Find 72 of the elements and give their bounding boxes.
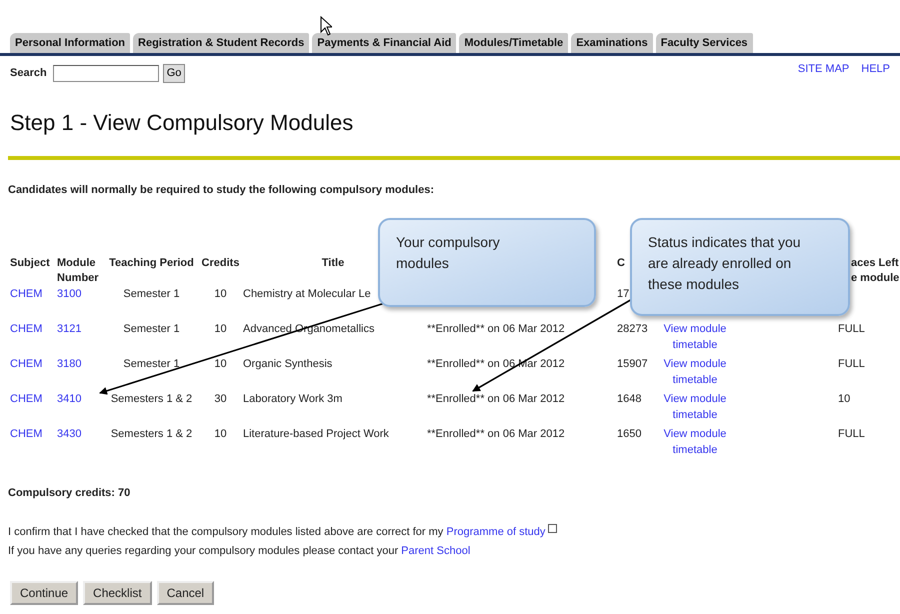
table-link[interactable]: CHEM <box>10 358 42 370</box>
search-label: Search <box>10 67 47 79</box>
table-cell: FULL <box>838 358 865 370</box>
table-cell: 10 <box>214 323 227 335</box>
table-cell: **Enrolled** on 06 Mar 2012 <box>427 323 565 335</box>
nav-tab[interactable]: Personal Information <box>10 33 130 53</box>
table-cell: Semesters 1 & 2 <box>110 428 192 440</box>
table-cell: Semester 1 <box>123 288 180 300</box>
column-header: Credits <box>202 257 240 269</box>
table-cell: 10 <box>214 358 227 370</box>
column-header: Title <box>322 257 344 269</box>
table-cell: Semesters 1 & 2 <box>110 393 192 405</box>
table-cell: 15907 <box>617 358 648 370</box>
table-link[interactable]: 3121 <box>57 323 82 335</box>
table-link[interactable]: 3410 <box>57 393 82 405</box>
table-link[interactable]: 3100 <box>57 288 82 300</box>
table-cell: FULL <box>838 428 865 440</box>
table-cell: FULL <box>838 323 865 335</box>
callout: Your compulsory modules <box>378 218 596 307</box>
nav-tab[interactable]: Examinations <box>571 33 653 53</box>
form-button[interactable]: Continue <box>10 581 78 605</box>
table-cell: 10 <box>214 428 227 440</box>
callout: Status indicates that you are already enrolled on these modules <box>630 218 850 316</box>
intro-text: Candidates will normally be required to study the following compulsory modules: <box>8 184 435 196</box>
table-link[interactable]: CHEM <box>10 428 42 440</box>
timetable-link[interactable]: View module timetable <box>663 391 727 423</box>
column-header: Subject <box>10 257 50 269</box>
table-link[interactable]: 3180 <box>57 358 82 370</box>
table-cell: 1648 <box>617 393 642 405</box>
timetable-link[interactable]: View module timetable <box>663 356 727 388</box>
table-cell: **Enrolled** on 06 Mar 2012 <box>427 393 565 405</box>
table-link[interactable]: 3430 <box>57 428 82 440</box>
page-title: Step 1 - View Compulsory Modules <box>10 110 354 136</box>
table-cell: **Enrolled** on 06 Mar 2012 <box>427 428 565 440</box>
table-cell: Semester 1 <box>123 358 180 370</box>
column-header: C <box>617 257 625 269</box>
form-button[interactable]: Cancel <box>156 581 214 605</box>
table-link[interactable]: CHEM <box>10 323 42 335</box>
credits-total: Compulsory credits: 70 <box>8 487 132 499</box>
column-header: aces Left e module <box>851 257 900 284</box>
form-button[interactable]: Checklist <box>83 581 152 605</box>
table-link[interactable]: CHEM <box>10 393 42 405</box>
table-cell: Organic Synthesis <box>243 358 332 370</box>
header-link[interactable]: SITE MAP <box>798 63 850 75</box>
search-field[interactable] <box>52 64 159 82</box>
table-link[interactable]: CHEM <box>10 288 42 300</box>
table-cell: 1650 <box>617 428 642 440</box>
table-cell: Literature-based Project Work <box>243 428 389 440</box>
table-cell: Chemistry at Molecular Le <box>243 288 371 300</box>
school-link[interactable]: Parent School <box>401 545 470 557</box>
queries-text: If you have any queries regarding your compulsory modules please contact your <box>8 545 398 557</box>
table-cell: 17 <box>617 288 630 300</box>
table-cell: 10 <box>214 288 227 300</box>
confirm-checkbox[interactable] <box>548 524 558 533</box>
timetable-link[interactable]: View module timetable <box>663 321 727 353</box>
column-header: Module Number <box>57 257 99 284</box>
header-link[interactable]: HELP <box>861 63 890 75</box>
cursor-icon <box>320 16 332 36</box>
programme-link[interactable]: Programme of study <box>446 526 546 538</box>
go-button[interactable]: Go <box>162 64 186 82</box>
table-cell: 28273 <box>617 323 648 335</box>
column-header: Teaching Period <box>109 257 194 269</box>
nav-tab[interactable]: Payments & Financial Aid <box>312 33 456 53</box>
confirm-text: I confirm that I have checked that the compulsory modules listed above are correct for my <box>8 526 444 538</box>
table-cell: Laboratory Work 3m <box>243 393 342 405</box>
timetable-link[interactable]: View module timetable <box>663 426 727 458</box>
table-cell: 30 <box>214 393 227 405</box>
nav-tab[interactable]: Faculty Services <box>656 33 753 53</box>
nav-tab[interactable]: Registration & Student Records <box>133 33 310 53</box>
table-cell: 10 <box>838 393 850 405</box>
table-cell: Semester 1 <box>123 323 180 335</box>
nav-tab[interactable]: Modules/Timetable <box>459 33 568 53</box>
